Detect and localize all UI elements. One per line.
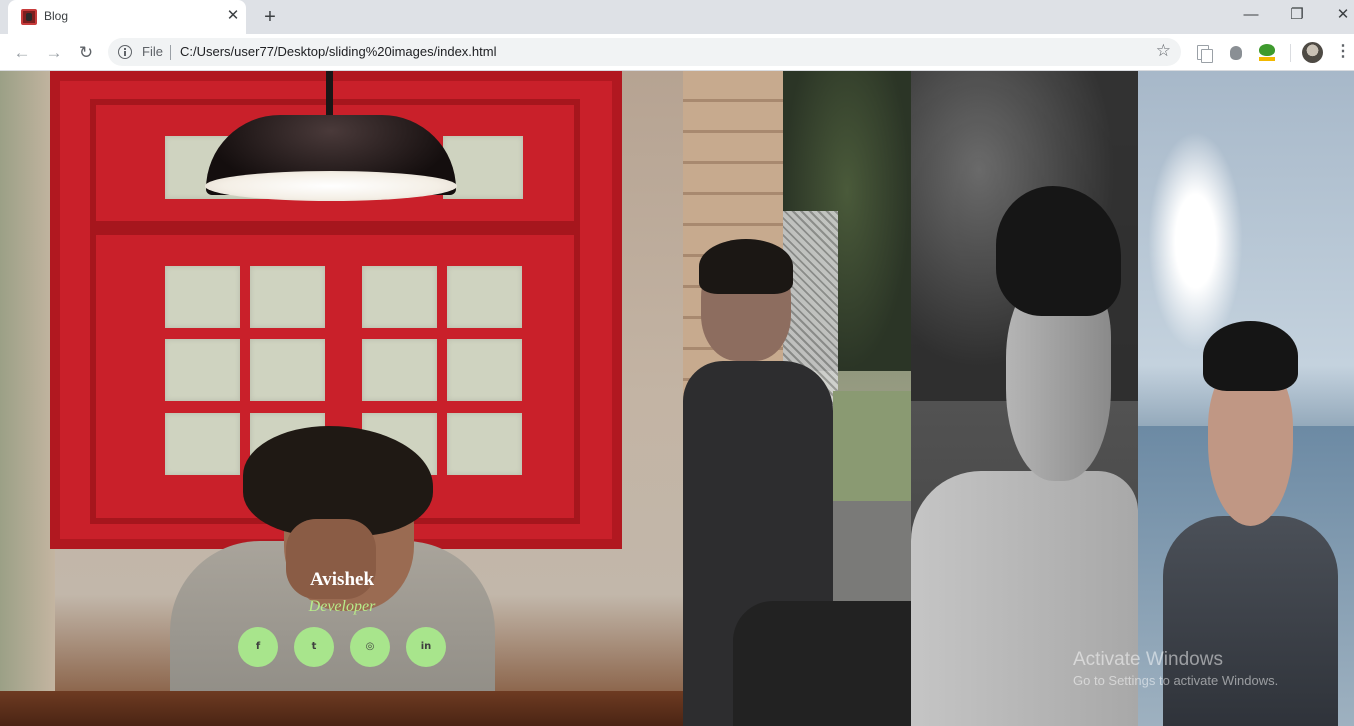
photo-wall [0, 71, 55, 726]
extension-html-icon[interactable] [1257, 43, 1277, 63]
profile-name: Avishek [309, 569, 375, 590]
gallery-panel-4[interactable] [1138, 71, 1354, 726]
social-links: f t ◎ in [238, 627, 448, 667]
tab-blog[interactable]: Blog ✕ [8, 0, 246, 34]
profile-avatar[interactable] [1302, 42, 1323, 63]
photo-pane [165, 339, 240, 401]
facebook-icon[interactable]: f [238, 627, 278, 667]
photo-window-crossbar [90, 221, 580, 235]
photo-pane [447, 266, 522, 328]
photo-person-hair [699, 239, 793, 294]
photo-person-legs [733, 601, 911, 726]
back-button[interactable]: ← [8, 39, 36, 67]
url-separator [170, 45, 171, 60]
photo-lamp-cord [326, 71, 333, 121]
photo-pane [165, 413, 240, 475]
profile-card: Avishek Developer f t ◎ in [218, 567, 466, 677]
twitter-icon[interactable]: t [294, 627, 334, 667]
tab-strip: Blog ✕ + — ❐ ✕ [0, 0, 1354, 34]
url-scheme: File [142, 44, 163, 59]
photo-pane [362, 339, 437, 401]
browser-toolbar: ← → ↻ File C:/Users/user77/Desktop/slidi… [0, 34, 1354, 71]
watermark-title: Activate Windows [1073, 649, 1223, 670]
favicon-icon [21, 9, 37, 25]
photo-pane [250, 266, 325, 328]
address-bar[interactable]: File C:/Users/user77/Desktop/sliding%20i… [108, 38, 1181, 66]
url-text[interactable]: C:/Users/user77/Desktop/sliding%20images… [180, 44, 496, 59]
reload-button[interactable]: ↻ [72, 39, 100, 67]
profile-role: Developer [308, 598, 376, 615]
photo-grass [833, 391, 911, 511]
minimize-button[interactable]: — [1228, 0, 1274, 32]
info-icon[interactable] [118, 45, 132, 59]
gallery-panel-3[interactable] [911, 71, 1138, 726]
photo-pane [362, 266, 437, 328]
menu-icon[interactable]: ⋮ [1335, 42, 1351, 62]
photo-cloud [1148, 131, 1243, 351]
linkedin-icon[interactable]: in [406, 627, 446, 667]
toolbar-divider [1290, 44, 1291, 62]
extension-copy-icon[interactable] [1194, 43, 1214, 63]
photo-pane [447, 413, 522, 475]
forward-button[interactable]: → [40, 39, 68, 67]
star-icon[interactable]: ☆ [1156, 41, 1171, 61]
close-window-button[interactable]: ✕ [1320, 0, 1354, 32]
tab-close-button[interactable]: ✕ [224, 7, 242, 25]
photo-person-hair [1203, 321, 1298, 391]
photo-lamp-light [205, 171, 457, 201]
maximize-button[interactable]: ❐ [1274, 0, 1320, 32]
extension-bug-icon[interactable] [1226, 43, 1246, 63]
photo-person-shirt [1163, 516, 1338, 726]
watermark-subtitle: Go to Settings to activate Windows. [1073, 673, 1279, 688]
photo-pane [447, 339, 522, 401]
instagram-icon[interactable]: ◎ [350, 627, 390, 667]
photo-pane [165, 266, 240, 328]
image-gallery: Avishek Developer f t ◎ in [0, 71, 1354, 726]
gallery-panel-2[interactable] [683, 71, 911, 726]
photo-pane [250, 339, 325, 401]
gallery-panel-1[interactable]: Avishek Developer f t ◎ in [0, 71, 683, 726]
tab-title: Blog [44, 9, 69, 23]
photo-table [0, 691, 683, 726]
activation-watermark: Activate Windows Go to Settings to activ… [1073, 649, 1343, 688]
new-tab-button[interactable]: + [258, 5, 282, 29]
